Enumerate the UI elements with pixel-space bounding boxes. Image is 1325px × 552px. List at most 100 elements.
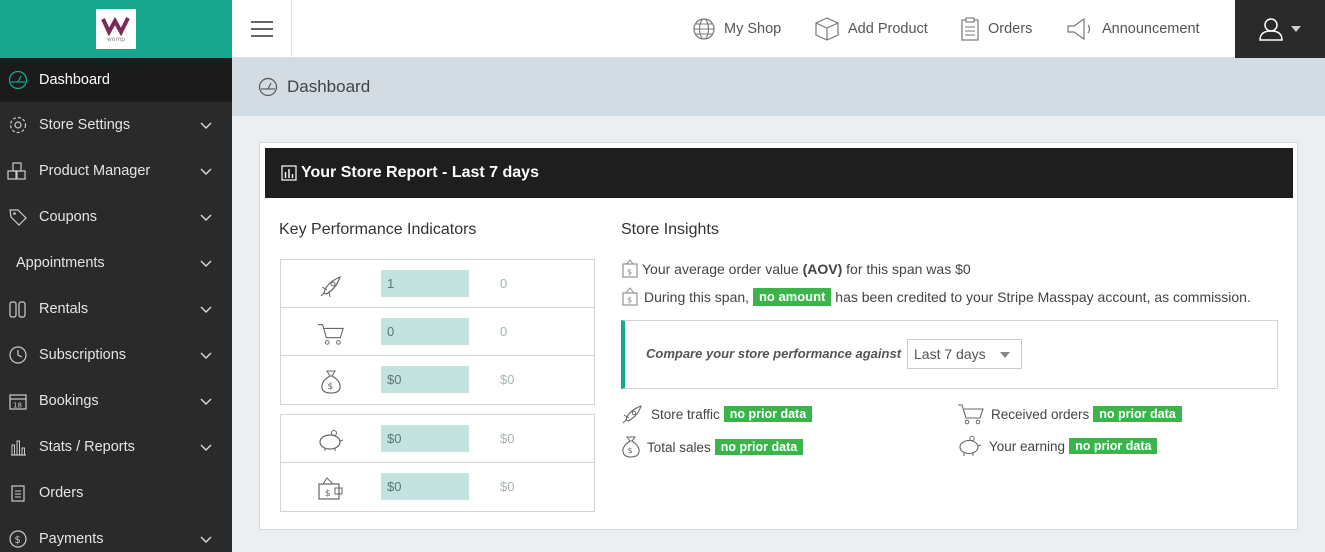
- aov-bold: (AOV): [802, 261, 843, 277]
- boxes-icon: [7, 160, 29, 182]
- compare-period-value: Last 7 days: [914, 346, 986, 362]
- kpi-title: Key Performance Indicators: [279, 221, 477, 238]
- kpi-row: 1 0: [281, 260, 594, 308]
- sidebar-item-orders[interactable]: Orders: [0, 470, 232, 516]
- kpi-value: 0: [381, 318, 469, 345]
- store-report-panel: Your Store Report - Last 7 days Key Perf…: [259, 142, 1298, 530]
- commission-icon: $: [622, 287, 638, 306]
- history-icon: [7, 344, 29, 366]
- orders-label: Orders: [988, 21, 1033, 37]
- kpi-prior-value: $0: [500, 479, 515, 494]
- rocket-icon: [622, 405, 642, 424]
- top-bar: My Shop Add Product Orders Announcement: [232, 0, 1325, 58]
- sidebar: Dashboard Store Settings Product Manager…: [0, 58, 232, 552]
- chevron-down-icon: [200, 260, 212, 267]
- user-menu-button[interactable]: [1235, 0, 1325, 58]
- stat-store-traffic: Store traffic no prior data: [621, 403, 813, 425]
- sidebar-item-stats-reports[interactable]: Stats / Reports: [0, 424, 232, 470]
- sidebar-item-label: Store Settings: [39, 117, 131, 133]
- svg-text:$: $: [628, 446, 633, 455]
- aov-prefix: Your average order value: [642, 261, 803, 277]
- cart-icon: [317, 320, 345, 348]
- wallet-icon: $: [317, 475, 345, 503]
- clipboard-icon: [961, 17, 979, 41]
- report-chart-icon: [281, 165, 297, 181]
- gear-icon: [7, 114, 29, 136]
- sidebar-item-label: Product Manager: [39, 163, 151, 179]
- sidebar-item-product-manager[interactable]: Product Manager: [0, 148, 232, 194]
- chevron-down-icon: [200, 306, 212, 313]
- kpi-value: 1: [381, 270, 469, 297]
- kpi-row: $0 $0: [281, 415, 594, 463]
- add-product-label: Add Product: [848, 21, 928, 37]
- money-bag-icon: $: [622, 259, 638, 278]
- sidebar-item-label: Orders: [39, 485, 84, 501]
- credit-prefix: During this span,: [644, 289, 753, 305]
- svg-text:18: 18: [13, 402, 22, 410]
- sidebar-item-bookings[interactable]: 18 Bookings: [0, 378, 232, 424]
- total-sales-label: Total sales: [647, 439, 711, 455]
- sidebar-item-label: Payments: [39, 531, 104, 547]
- kpi-group: 1 0 0 0 $ $0 $0: [280, 259, 595, 405]
- credit-suffix: has been credited to your Stripe Masspay…: [831, 289, 1251, 305]
- rocket-icon: [317, 272, 345, 300]
- stat-total-sales: $ Total sales no prior data: [621, 435, 804, 459]
- breadcrumb: Dashboard: [232, 58, 1325, 116]
- sidebar-item-appointments[interactable]: Appointments: [0, 240, 232, 286]
- sidebar-item-dashboard[interactable]: Dashboard: [0, 58, 232, 102]
- logo[interactable]: womp: [96, 9, 136, 49]
- aov-insight: $ Your average order value (AOV) for thi…: [621, 259, 971, 279]
- top-nav-orders[interactable]: Orders: [960, 0, 1032, 58]
- sidebar-item-label: Appointments: [16, 255, 105, 271]
- menu-toggle-button[interactable]: [232, 0, 292, 58]
- compare-label: Compare your store performance against: [646, 346, 902, 361]
- sidebar-item-rentals[interactable]: Rentals: [0, 286, 232, 332]
- globe-icon: [693, 18, 715, 40]
- bar-chart-icon: [7, 436, 29, 458]
- aov-suffix: for this span was $0: [842, 261, 971, 277]
- top-nav-announcement[interactable]: Announcement: [1066, 0, 1200, 58]
- your-earning-label: Your earning: [989, 438, 1066, 454]
- chevron-down-icon: [200, 352, 212, 359]
- money-bag-icon: $: [317, 368, 345, 396]
- gauge-icon: [258, 77, 278, 97]
- kpi-value: $0: [381, 366, 469, 393]
- dollar-circle-icon: $: [7, 528, 29, 550]
- sidebar-item-label: Coupons: [39, 209, 98, 225]
- stat-your-earning: Your earning no prior data: [957, 435, 1158, 457]
- chevron-down-icon: [200, 168, 212, 175]
- report-title: Your Store Report - Last 7 days: [301, 164, 539, 181]
- sidebar-item-payments[interactable]: $ Payments: [0, 516, 232, 552]
- user-icon: [1259, 18, 1283, 41]
- chevron-down-icon: [200, 444, 212, 451]
- my-shop-label: My Shop: [724, 21, 782, 37]
- clipboard-icon: [7, 482, 29, 504]
- total-sales-badge: no prior data: [714, 439, 804, 455]
- chevron-down-icon: [200, 398, 212, 405]
- sidebar-item-store-settings[interactable]: Store Settings: [0, 102, 232, 148]
- sidebar-item-label: Subscriptions: [39, 347, 127, 363]
- svg-text:$: $: [627, 296, 632, 305]
- calendar-icon: 18: [7, 390, 29, 412]
- caret-down-icon: [1291, 26, 1301, 32]
- piggy-bank-icon: [959, 435, 982, 456]
- sidebar-item-label: Stats / Reports: [39, 439, 135, 455]
- kpi-row: $ $0 $0: [281, 356, 594, 404]
- kpi-row: 0 0: [281, 308, 594, 356]
- sidebar-item-label: Rentals: [39, 301, 89, 317]
- sidebar-item-subscriptions[interactable]: Subscriptions: [0, 332, 232, 378]
- chevron-down-icon: [200, 536, 212, 543]
- box-icon: [815, 17, 839, 41]
- announcement-label: Announcement: [1102, 21, 1200, 37]
- cart-icon: [958, 404, 984, 425]
- kpi-prior-value: $0: [500, 431, 515, 446]
- compare-period-select[interactable]: Last 7 days: [907, 339, 1022, 369]
- top-nav-add-product[interactable]: Add Product: [814, 0, 928, 58]
- sidebar-item-label: Bookings: [39, 393, 99, 409]
- gauge-icon: [7, 69, 29, 91]
- logo-area[interactable]: womp: [0, 0, 232, 58]
- report-header: Your Store Report - Last 7 days: [265, 148, 1293, 198]
- top-nav-my-shop[interactable]: My Shop: [692, 0, 781, 58]
- credit-amount-badge: no amount: [752, 288, 832, 306]
- sidebar-item-coupons[interactable]: Coupons: [0, 194, 232, 240]
